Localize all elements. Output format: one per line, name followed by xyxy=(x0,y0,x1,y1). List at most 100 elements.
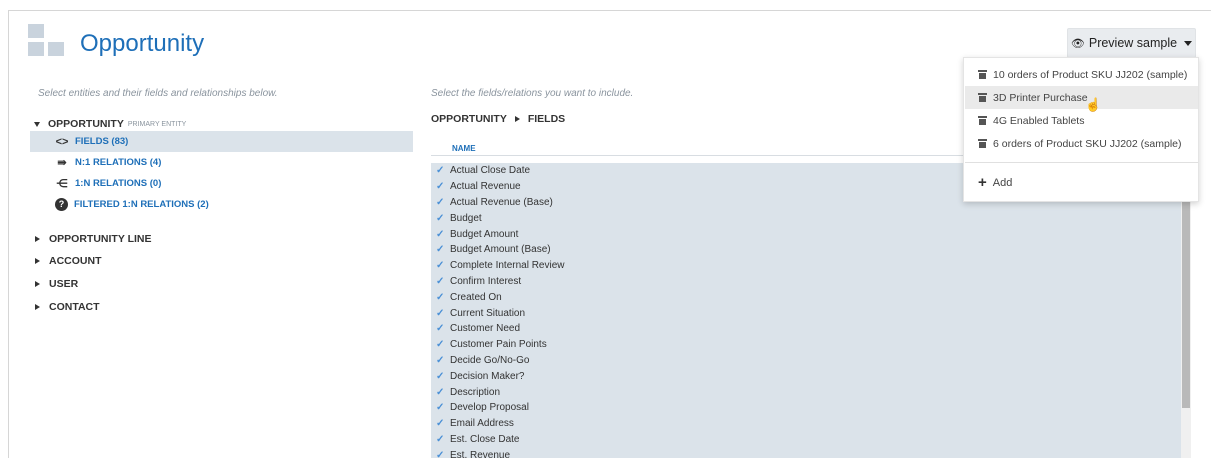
check-icon: ✓ xyxy=(436,307,445,319)
field-row[interactable]: ✓ Decision Maker? xyxy=(431,368,1181,384)
breadcrumb-separator-icon xyxy=(514,116,520,122)
tree-entity-contact[interactable]: CONTACT xyxy=(30,297,100,317)
expand-triangle-icon[interactable] xyxy=(35,236,40,242)
dropdown-item-label: 3D Printer Purchase xyxy=(993,91,1088,104)
field-name: Decision Maker? xyxy=(450,370,525,382)
tree-item-1n-relations[interactable]: ⋲ 1:N RELATIONS (0) xyxy=(30,173,413,194)
expand-triangle-icon[interactable] xyxy=(35,304,40,310)
check-icon: ✓ xyxy=(436,339,445,351)
entity-label: USER xyxy=(49,278,79,290)
right-panel-hint: Select the fields/relations you want to … xyxy=(431,88,634,99)
caret-down-icon xyxy=(1184,40,1193,46)
tree-entity-user[interactable]: USER xyxy=(30,274,78,294)
check-icon: ✓ xyxy=(436,212,445,224)
check-icon: ✓ xyxy=(436,291,445,303)
field-name: Email Address xyxy=(450,418,514,430)
check-icon: ✓ xyxy=(436,275,445,287)
field-name: Complete Internal Review xyxy=(450,260,565,272)
field-name: Created On xyxy=(450,291,502,303)
field-row[interactable]: ✓ Est. Close Date xyxy=(431,432,1181,448)
field-name: Decide Go/No-Go xyxy=(450,354,530,366)
plus-icon: + xyxy=(978,174,987,191)
dropdown-divider xyxy=(965,162,1198,163)
breadcrumb-section: FIELDS xyxy=(527,113,566,125)
field-name: Est. Revenue xyxy=(450,449,511,458)
field-row[interactable]: ✓ Current Situation xyxy=(431,305,1181,321)
expand-triangle-icon[interactable] xyxy=(35,281,40,287)
left-panel-hint: Select entities and their fields and rel… xyxy=(38,88,278,99)
field-row[interactable]: ✓ Description xyxy=(431,384,1181,400)
dropdown-item[interactable]: 4G Enabled Tablets xyxy=(965,109,1198,132)
field-name: Budget Amount xyxy=(450,228,519,240)
field-row[interactable]: ✓ Email Address xyxy=(431,416,1181,432)
field-name: Customer Need xyxy=(450,323,521,335)
dropdown-item[interactable]: 6 orders of Product SKU JJ202 (sample) xyxy=(965,132,1198,155)
field-name: Actual Revenue (Base) xyxy=(450,196,553,208)
check-icon: ✓ xyxy=(436,244,445,256)
code-icon: <> xyxy=(55,135,69,148)
preview-sample-label: Preview sample xyxy=(1088,36,1178,50)
field-row[interactable]: ✓ Confirm Interest xyxy=(431,274,1181,290)
preview-sample-button[interactable]: 👁 Preview sample xyxy=(1067,28,1196,58)
field-row[interactable]: ✓ Budget Amount (Base) xyxy=(431,242,1181,258)
tree-item-label: FIELDS (83) xyxy=(75,136,129,147)
check-icon: ✓ xyxy=(436,165,445,177)
field-row[interactable]: ✓ Complete Internal Review xyxy=(431,258,1181,274)
field-row[interactable]: ✓ Est. Revenue xyxy=(431,447,1181,458)
field-row[interactable]: ✓ Budget xyxy=(431,210,1181,226)
tree-entity-account[interactable]: ACCOUNT xyxy=(30,251,102,271)
check-icon: ✓ xyxy=(436,449,445,458)
field-name: Customer Pain Points xyxy=(450,339,547,351)
check-icon: ✓ xyxy=(436,354,445,366)
dropdown-item[interactable]: 3D Printer Purchase xyxy=(965,86,1198,109)
field-name: Budget Amount (Base) xyxy=(450,244,551,256)
field-row[interactable]: ✓ Decide Go/No-Go xyxy=(431,353,1181,369)
expand-triangle-icon[interactable] xyxy=(34,121,40,127)
archive-icon xyxy=(978,139,987,148)
dropdown-item[interactable]: 10 orders of Product SKU JJ202 (sample) xyxy=(965,63,1198,86)
tree-item-n1-relations[interactable]: ⇛ N:1 RELATIONS (4) xyxy=(30,152,413,173)
field-name: Actual Revenue xyxy=(450,181,521,193)
check-icon: ✓ xyxy=(436,323,445,335)
field-name: Confirm Interest xyxy=(450,275,522,287)
tree-item-fields[interactable]: <> FIELDS (83) xyxy=(30,131,413,152)
add-sample-button[interactable]: + Add xyxy=(978,175,1012,190)
question-circle-icon: ? xyxy=(55,198,68,211)
fields-list: ✓ Actual Close Date ✓ Actual Revenue ✓ Actu… xyxy=(431,163,1181,458)
check-icon: ✓ xyxy=(436,181,445,193)
page-title: Opportunity xyxy=(80,30,205,57)
field-name: Budget xyxy=(450,212,482,224)
field-row[interactable]: ✓ Develop Proposal xyxy=(431,400,1181,416)
hand-cursor-icon: ☝ xyxy=(1085,97,1102,112)
entity-label: OPPORTUNITY LINE xyxy=(49,233,152,245)
check-icon: ✓ xyxy=(436,260,445,272)
root-entity-label: OPPORTUNITY xyxy=(48,118,124,130)
tree-item-label: 1:N RELATIONS (0) xyxy=(75,178,162,189)
field-row[interactable]: ✓ Budget Amount xyxy=(431,226,1181,242)
field-row[interactable]: ✓ Customer Need xyxy=(431,321,1181,337)
entity-logo-icon xyxy=(28,24,68,58)
dropdown-item-label: 6 orders of Product SKU JJ202 (sample) xyxy=(993,137,1182,150)
primary-entity-tag: PRIMARY ENTITY xyxy=(127,120,187,128)
field-row[interactable]: ✓ Created On xyxy=(431,289,1181,305)
arrow-left-relation-icon: ⋲ xyxy=(56,178,68,190)
tree-item-label: FILTERED 1:N RELATIONS (2) xyxy=(74,199,209,210)
tree-entity-opportunity-line[interactable]: OPPORTUNITY LINE xyxy=(30,229,151,249)
field-name: Est. Close Date xyxy=(450,433,520,445)
check-icon: ✓ xyxy=(436,370,445,382)
field-row[interactable]: ✓ Customer Pain Points xyxy=(431,337,1181,353)
archive-icon xyxy=(978,70,987,79)
breadcrumb: OPPORTUNITY FIELDS xyxy=(431,113,565,125)
field-name: Description xyxy=(450,386,501,398)
expand-triangle-icon[interactable] xyxy=(35,258,40,264)
arrow-right-relation-icon: ⇛ xyxy=(57,157,67,169)
archive-icon xyxy=(978,93,987,102)
eye-icon: 👁 xyxy=(1070,37,1085,50)
tree-item-filtered-relations[interactable]: ? FILTERED 1:N RELATIONS (2) xyxy=(30,194,413,215)
tree-item-label: N:1 RELATIONS (4) xyxy=(75,157,162,168)
entity-label: CONTACT xyxy=(49,301,100,313)
entity-label: ACCOUNT xyxy=(49,255,102,267)
breadcrumb-entity[interactable]: OPPORTUNITY xyxy=(431,113,507,125)
check-icon: ✓ xyxy=(436,418,445,430)
dropdown-item-label: 10 orders of Product SKU JJ202 (sample) xyxy=(993,68,1188,81)
